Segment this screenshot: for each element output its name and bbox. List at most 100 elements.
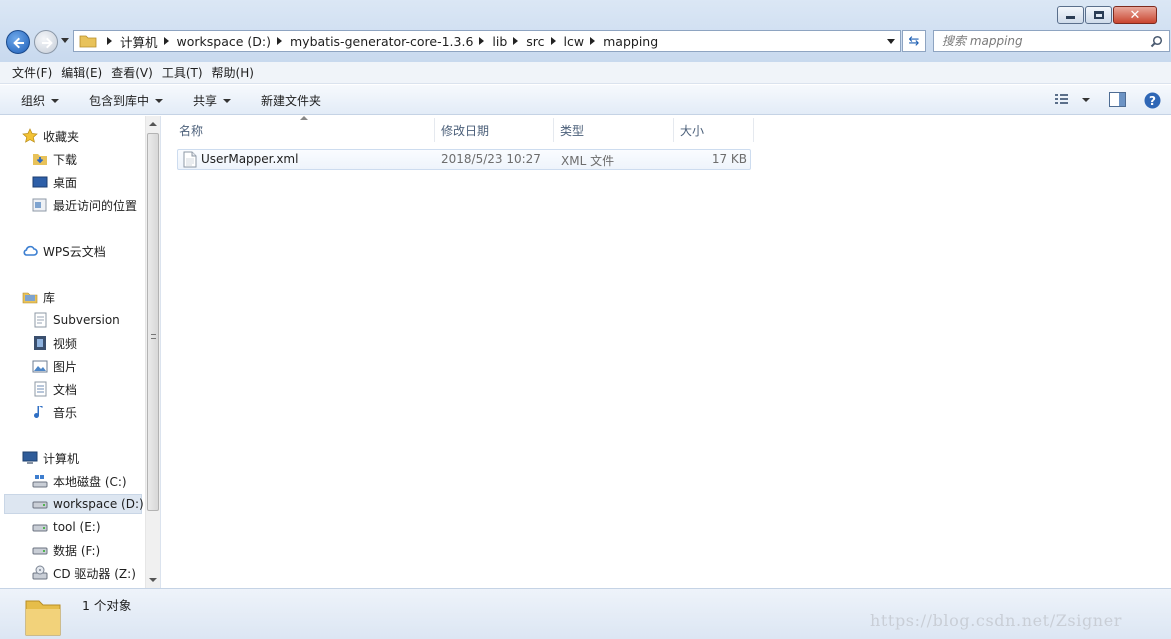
nav-item-videos[interactable]: 视频 xyxy=(32,333,77,353)
table-row[interactable]: UserMapper.xml 2018/5/23 10:27 XML 文件 17… xyxy=(177,149,751,170)
preview-pane-icon[interactable] xyxy=(1109,92,1126,107)
back-button[interactable] xyxy=(6,30,30,54)
recent-pages-dropdown[interactable] xyxy=(61,38,69,43)
refresh-button[interactable]: ⇆ xyxy=(902,30,926,52)
breadcrumb-workspace[interactable]: workspace (D:) xyxy=(177,34,271,49)
address-bar[interactable]: 计算机 workspace (D:) mybatis-generator-cor… xyxy=(73,30,901,52)
title-bar: ✕ 计算机 workspace (D:) mybatis-generator-c… xyxy=(0,0,1171,62)
breadcrumb-mapping[interactable]: mapping xyxy=(603,34,658,49)
file-size: 17 KB xyxy=(711,152,747,166)
column-header-name[interactable]: 名称 xyxy=(173,118,435,142)
file-list: 名称 修改日期 类型 大小 UserMapper.xml 2018/5/23 1… xyxy=(162,116,1171,588)
file-modified: 2018/5/23 10:27 xyxy=(441,152,541,166)
nav-label-wps: WPS云文档 xyxy=(43,244,106,259)
column-header-modified[interactable]: 修改日期 xyxy=(435,118,554,142)
nav-scrollbar[interactable] xyxy=(145,116,160,588)
menu-tools[interactable]: 工具(T) xyxy=(162,64,203,81)
minimize-button[interactable] xyxy=(1057,6,1084,24)
nav-label-videos: 视频 xyxy=(53,336,78,351)
nav-item-drive-d[interactable]: workspace (D:) xyxy=(4,494,144,514)
svg-text:?: ? xyxy=(1149,94,1156,108)
breadcrumb-computer[interactable]: 计算机 xyxy=(120,32,158,51)
scroll-up-icon[interactable] xyxy=(149,122,157,126)
search-icon[interactable] xyxy=(1150,35,1163,48)
breadcrumb-separator[interactable] xyxy=(107,37,112,45)
search-input[interactable] xyxy=(942,31,1147,51)
nav-item-favorites[interactable]: 收藏夹 xyxy=(22,126,79,146)
breadcrumb-src[interactable]: src xyxy=(526,34,544,49)
help-icon[interactable]: ? xyxy=(1144,92,1161,109)
nav-item-drive-f[interactable]: 数据 (F:) xyxy=(32,540,100,560)
file-name: UserMapper.xml xyxy=(201,152,299,166)
search-box[interactable] xyxy=(933,30,1170,52)
nav-item-recent[interactable]: 最近访问的位置 xyxy=(32,195,137,215)
breadcrumb-separator[interactable] xyxy=(513,37,519,45)
item-count: 1 个对象 xyxy=(82,598,132,613)
view-options-dropdown-icon[interactable] xyxy=(1082,98,1090,102)
drive-icon xyxy=(32,519,48,535)
column-name-label: 名称 xyxy=(179,123,204,138)
folder-icon xyxy=(25,600,61,636)
nav-item-pictures[interactable]: 图片 xyxy=(32,356,77,376)
watermark: https://blog.csdn.net/Zsigner xyxy=(870,611,1123,630)
breadcrumb-lcw[interactable]: lcw xyxy=(564,34,585,49)
nav-item-wps[interactable]: WPS云文档 xyxy=(22,241,106,261)
breadcrumb-separator[interactable] xyxy=(277,37,282,45)
menu-view[interactable]: 查看(V) xyxy=(111,64,153,81)
menu-help[interactable]: 帮助(H) xyxy=(212,64,254,81)
download-folder-icon xyxy=(32,151,48,167)
nav-item-drive-c[interactable]: 本地磁盘 (C:) xyxy=(32,471,127,491)
address-history-dropdown[interactable] xyxy=(887,39,895,44)
breadcrumb-separator[interactable] xyxy=(590,37,596,45)
nav-item-subversion[interactable]: Subversion xyxy=(32,310,120,330)
new-folder-button[interactable]: 新建文件夹 xyxy=(261,92,321,109)
cd-drive-icon xyxy=(32,565,48,581)
breadcrumb-lib[interactable]: lib xyxy=(492,34,507,49)
breadcrumb-separator[interactable] xyxy=(479,37,485,45)
cloud-icon xyxy=(22,243,38,259)
document-icon xyxy=(32,381,48,397)
nav-label-library: 库 xyxy=(43,290,56,305)
nav-item-drive-z[interactable]: CD 驱动器 (Z:) xyxy=(32,563,136,583)
close-button[interactable]: ✕ xyxy=(1113,6,1157,24)
nav-label-pictures: 图片 xyxy=(53,359,78,374)
share-label: 共享 xyxy=(193,94,218,108)
nav-item-computer[interactable]: 计算机 xyxy=(22,448,79,468)
nav-label-subversion: Subversion xyxy=(53,313,120,327)
menu-file[interactable]: 文件(F) xyxy=(12,64,52,81)
column-header-type[interactable]: 类型 xyxy=(554,118,674,142)
menu-edit[interactable]: 编辑(E) xyxy=(61,64,102,81)
nav-label-recent: 最近访问的位置 xyxy=(53,198,138,213)
maximize-button[interactable] xyxy=(1085,6,1112,24)
nav-item-desktop[interactable]: 桌面 xyxy=(32,172,77,192)
scroll-thumb[interactable] xyxy=(147,133,159,511)
breadcrumb-separator[interactable] xyxy=(163,37,169,45)
scroll-down-icon[interactable] xyxy=(149,578,157,582)
nav-item-documents[interactable]: 文档 xyxy=(32,379,77,399)
include-in-library-button[interactable]: 包含到库中 xyxy=(89,92,164,109)
breadcrumb-separator[interactable] xyxy=(550,37,556,45)
view-options-icon[interactable] xyxy=(1054,92,1070,106)
nav-label-downloads: 下载 xyxy=(53,152,78,167)
xml-file-icon xyxy=(183,151,197,168)
include-in-library-label: 包含到库中 xyxy=(89,94,150,108)
column-header-size[interactable]: 大小 xyxy=(674,118,754,142)
back-arrow-icon xyxy=(13,37,24,49)
nav-item-downloads[interactable]: 下载 xyxy=(32,149,77,169)
nav-label-documents: 文档 xyxy=(53,382,78,397)
desktop-icon xyxy=(32,174,48,190)
forward-button[interactable] xyxy=(34,30,58,54)
window-controls: ✕ xyxy=(1056,6,1157,24)
command-bar: 组织 包含到库中 共享 新建文件夹 ? xyxy=(0,85,1171,115)
nav-item-library[interactable]: 库 xyxy=(22,287,55,307)
drive-icon xyxy=(32,496,48,512)
organize-button[interactable]: 组织 xyxy=(21,92,60,109)
navigation-pane: 收藏夹 下载 桌面 最近访问的位置 WPS云文档 库 Subversion 视频… xyxy=(0,116,161,588)
share-button[interactable]: 共享 xyxy=(193,92,232,109)
drive-icon xyxy=(32,542,48,558)
breadcrumb-mybatis[interactable]: mybatis-generator-core-1.3.6 xyxy=(290,34,473,49)
nav-label-music: 音乐 xyxy=(53,405,78,420)
music-icon xyxy=(32,404,48,420)
nav-item-music[interactable]: 音乐 xyxy=(32,402,77,422)
nav-item-drive-e[interactable]: tool (E:) xyxy=(32,517,101,537)
